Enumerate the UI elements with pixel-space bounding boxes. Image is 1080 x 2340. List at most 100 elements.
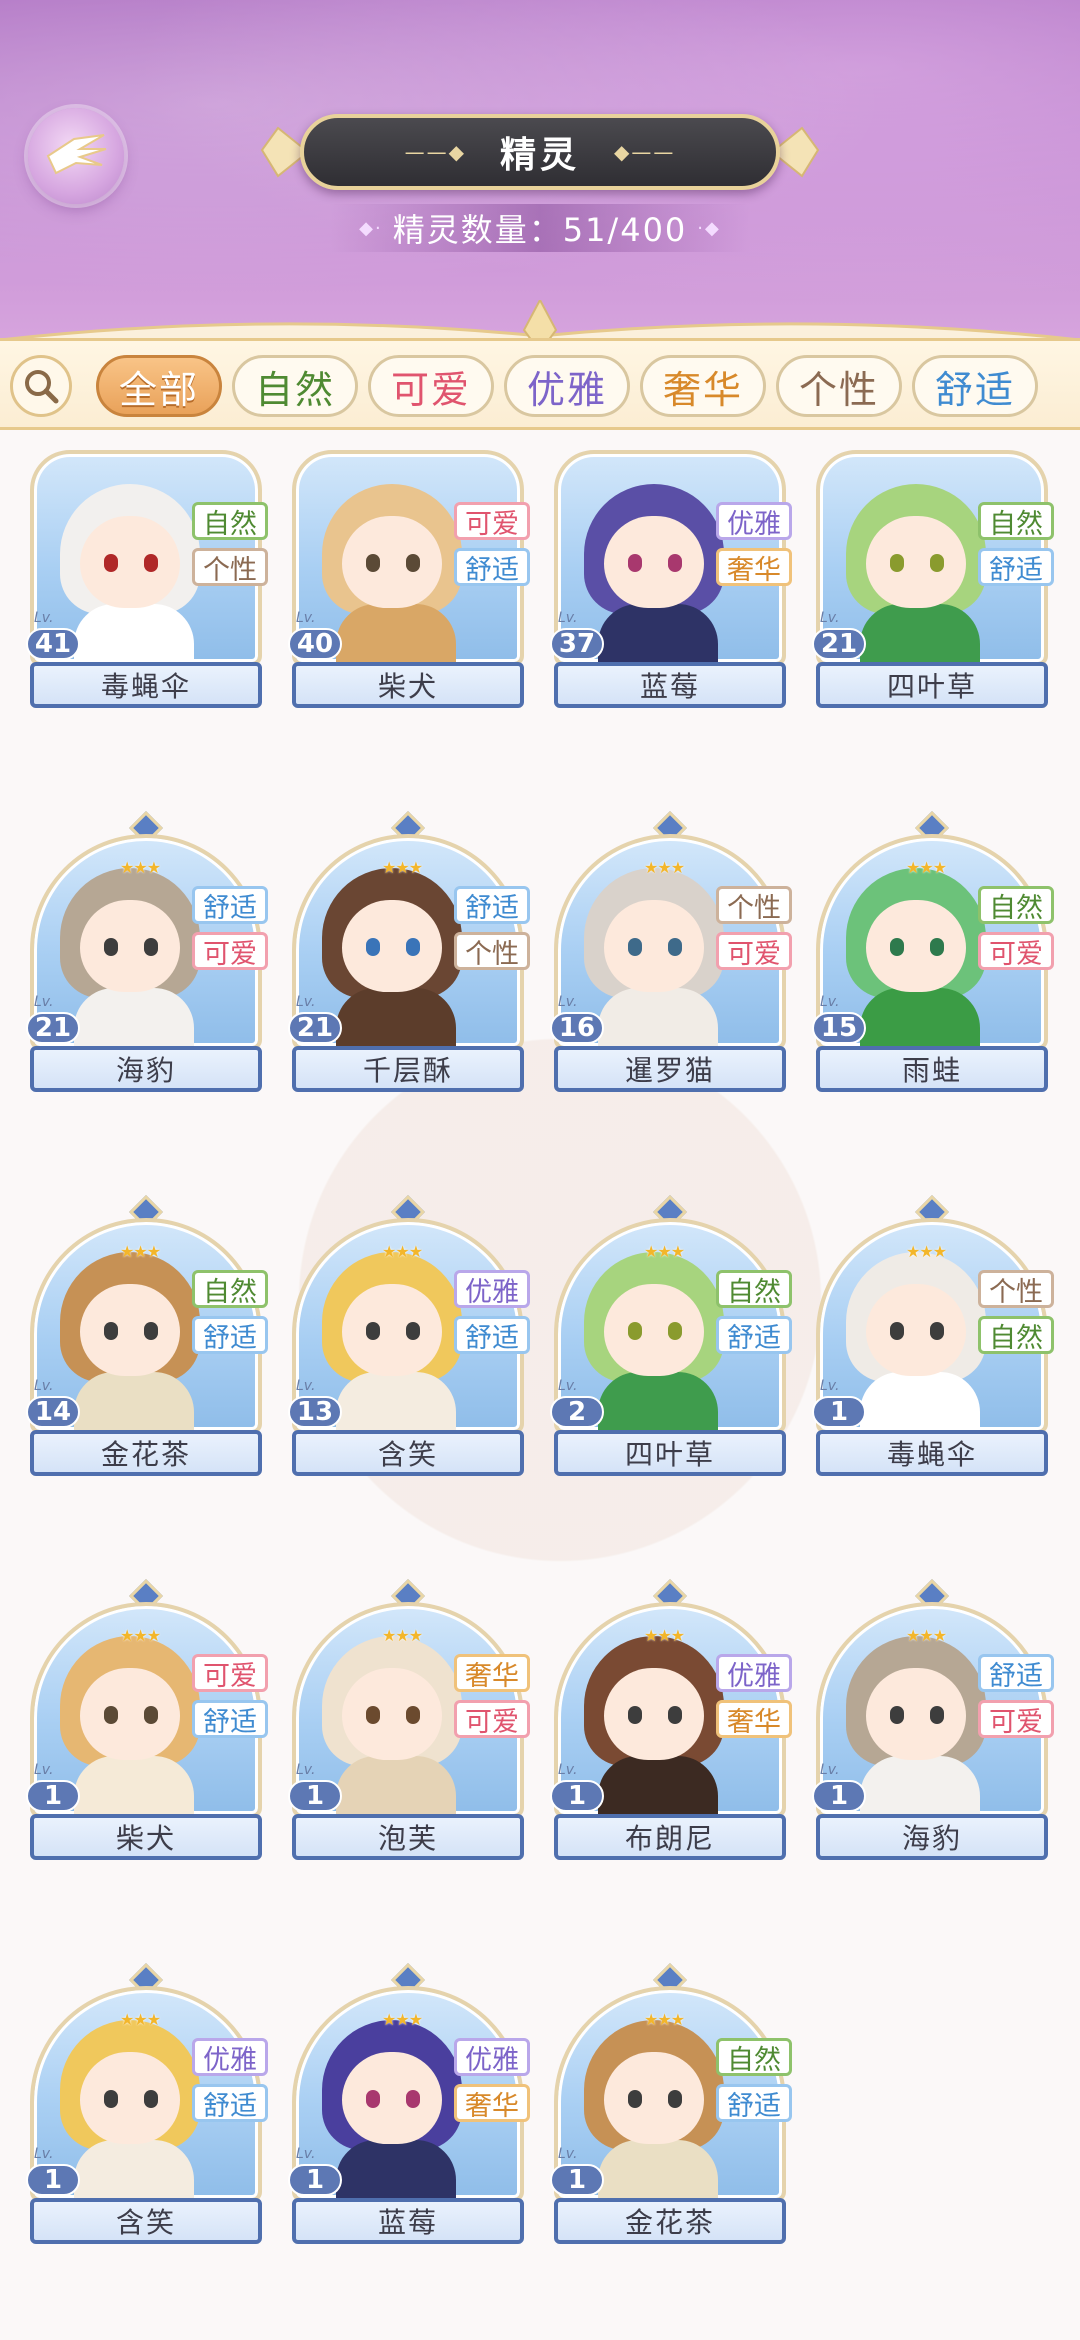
star-rating-icon: ★★★ [382, 2010, 423, 2029]
spirit-card[interactable]: ★★★ 优雅 舒适 Lv. 1 含笑 [26, 1963, 268, 2244]
page-title: 精灵 [499, 135, 580, 176]
spirit-card[interactable]: 自然 舒适 Lv. 21 四叶草 [812, 450, 1054, 708]
back-button[interactable] [28, 108, 124, 204]
star-rating-icon: ★★★ [382, 1242, 423, 1261]
level-prefix: Lv. [820, 1378, 840, 1394]
trait-tag: 自然 [978, 1316, 1054, 1354]
spirit-name: 柴犬 [292, 662, 524, 708]
level-value: 1 [26, 2164, 80, 2196]
level-value: 13 [288, 1396, 342, 1428]
trait-tag: 舒适 [716, 1316, 792, 1354]
level-value: 40 [288, 628, 342, 660]
spirit-name: 蓝莓 [554, 662, 786, 708]
spirit-card[interactable]: ★★★ 舒适 可爱 Lv. 21 海豹 [26, 811, 268, 1092]
spirit-name: 含笑 [30, 2198, 262, 2244]
spirit-card[interactable]: ★★★ 自然 可爱 Lv. 15 雨蛙 [812, 811, 1054, 1092]
level-prefix: Lv. [34, 2146, 54, 2162]
spirit-card[interactable]: ★★★ 舒适 个性 Lv. 21 千层酥 [288, 811, 530, 1092]
portrait-eye [668, 938, 682, 956]
search-button[interactable] [10, 355, 72, 417]
spirit-card[interactable]: ★★★ 个性 可爱 Lv. 16 暹罗猫 [550, 811, 792, 1092]
filter-chip-cute[interactable]: 可爱 [368, 355, 494, 417]
trait-tag: 舒适 [192, 1700, 268, 1738]
filter-bar: 全部 自然 可爱 优雅 奢华 个性 舒适 [0, 338, 1080, 430]
portrait-eye [628, 1706, 642, 1724]
trait-tag: 奢华 [716, 548, 792, 586]
portrait-outfit [860, 1372, 980, 1430]
portrait-eye [144, 938, 158, 956]
trait-tag: 舒适 [978, 1654, 1054, 1692]
filter-chip-comfort[interactable]: 舒适 [912, 355, 1038, 417]
level-value: 14 [26, 1396, 80, 1428]
trait-tag: 自然 [192, 502, 268, 540]
spirit-card[interactable]: ★★★ 优雅 奢华 Lv. 1 布朗尼 [550, 1579, 792, 1860]
trait-tag: 奢华 [716, 1700, 792, 1738]
filter-chip-elegant[interactable]: 优雅 [504, 355, 630, 417]
trait-tag: 舒适 [454, 1316, 530, 1354]
portrait-eye [366, 1706, 380, 1724]
filter-chip-list: 全部 自然 可爱 优雅 奢华 个性 舒适 [96, 355, 1038, 417]
portrait-outfit [598, 1756, 718, 1814]
filter-chip-all[interactable]: 全部 [96, 355, 222, 417]
spirit-card[interactable]: ★★★ 可爱 舒适 Lv. 1 柴犬 [26, 1579, 268, 1860]
spirit-card[interactable]: ★★★ 奢华 可爱 Lv. 1 泡芙 [288, 1579, 530, 1860]
portrait-eye [890, 554, 904, 572]
portrait-face [342, 516, 442, 608]
level-prefix: Lv. [296, 1762, 316, 1778]
trait-tag: 可爱 [192, 932, 268, 970]
trait-tag: 舒适 [192, 1316, 268, 1354]
level-badge: Lv. 1 [550, 1762, 610, 1814]
spirit-name: 四叶草 [554, 1430, 786, 1476]
spirit-card[interactable]: 优雅 奢华 Lv. 37 蓝莓 [550, 450, 792, 708]
level-badge: Lv. 16 [550, 994, 610, 1046]
spirit-card[interactable]: ★★★ 自然 舒适 Lv. 1 金花茶 [550, 1963, 792, 2244]
level-badge: Lv. 1 [550, 2146, 610, 2198]
search-icon [25, 370, 59, 404]
filter-chip-luxury[interactable]: 奢华 [640, 355, 766, 417]
spirit-card[interactable]: ★★★ 优雅 舒适 Lv. 13 含笑 [288, 1195, 530, 1476]
spirit-count-bar: ◆· 精灵数量：51/400 ·◆ [330, 204, 750, 252]
portrait-face [80, 516, 180, 608]
spirit-name: 毒蝇伞 [30, 662, 262, 708]
portrait-eye [628, 1322, 642, 1340]
portrait-eye [628, 554, 642, 572]
star-rating-icon: ★★★ [382, 1626, 423, 1645]
level-value: 41 [26, 628, 80, 660]
portrait-eye [930, 938, 944, 956]
portrait-eye [366, 938, 380, 956]
spirit-card[interactable]: 自然 个性 Lv. 41 毒蝇伞 [26, 450, 268, 708]
portrait-face [866, 1284, 966, 1376]
spirit-card[interactable]: ★★★ 自然 舒适 Lv. 2 四叶草 [550, 1195, 792, 1476]
level-badge: Lv. 41 [26, 610, 86, 662]
spirit-card[interactable]: ★★★ 自然 舒适 Lv. 14 金花茶 [26, 1195, 268, 1476]
portrait-face [604, 900, 704, 992]
level-badge: Lv. 1 [812, 1762, 872, 1814]
trait-tag: 优雅 [454, 1270, 530, 1308]
trait-tag: 舒适 [454, 886, 530, 924]
spirit-card[interactable]: ★★★ 个性 自然 Lv. 1 毒蝇伞 [812, 1195, 1054, 1476]
portrait-eye [628, 2090, 642, 2108]
trait-tag: 个性 [978, 1270, 1054, 1308]
level-value: 1 [288, 1780, 342, 1812]
level-prefix: Lv. [558, 1762, 578, 1778]
portrait-eye [406, 2090, 420, 2108]
portrait-eye [668, 1706, 682, 1724]
star-rating-icon: ★★★ [382, 858, 423, 877]
portrait-eye [366, 1322, 380, 1340]
portrait-eye [406, 938, 420, 956]
level-prefix: Lv. [558, 994, 578, 1010]
filter-chip-personal[interactable]: 个性 [776, 355, 902, 417]
spirit-card[interactable]: ★★★ 舒适 可爱 Lv. 1 海豹 [812, 1579, 1054, 1860]
trait-tag: 舒适 [192, 2084, 268, 2122]
trait-tag: 可爱 [454, 502, 530, 540]
spirit-card[interactable]: ★★★ 优雅 奢华 Lv. 1 蓝莓 [288, 1963, 530, 2244]
spirit-name: 布朗尼 [554, 1814, 786, 1860]
portrait-outfit [598, 988, 718, 1046]
star-rating-icon: ★★★ [120, 858, 161, 877]
portrait-eye [144, 2090, 158, 2108]
page-title-bar: ——◆ 精灵 ◆—— [300, 114, 780, 190]
spirit-card[interactable]: 可爱 舒适 Lv. 40 柴犬 [288, 450, 530, 708]
filter-chip-natural[interactable]: 自然 [232, 355, 358, 417]
trait-tag: 可爱 [978, 932, 1054, 970]
level-badge: Lv. 37 [550, 610, 610, 662]
